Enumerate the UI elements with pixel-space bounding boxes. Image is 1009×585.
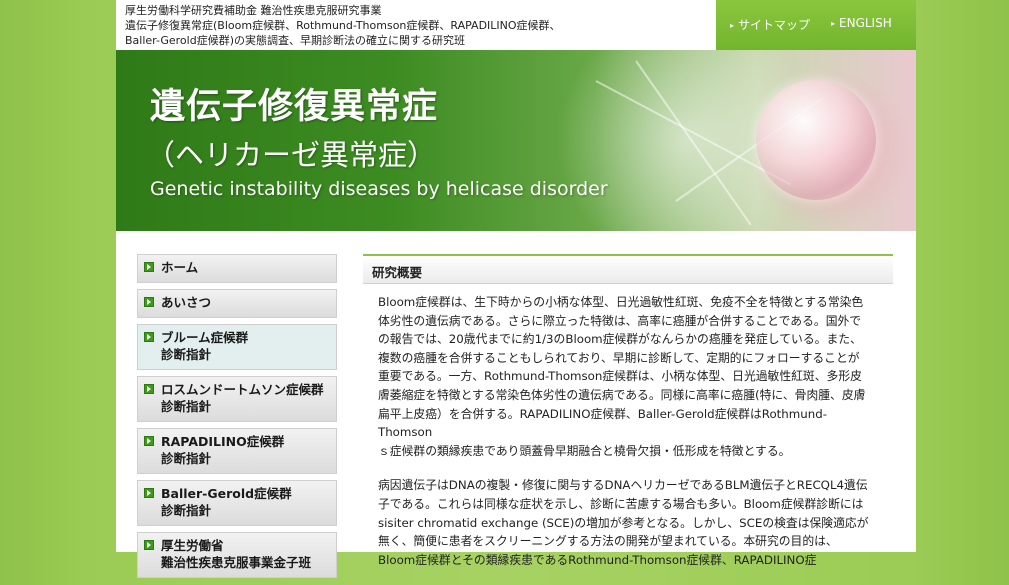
site-subtitle: （ヘリカーゼ異常症）	[146, 138, 437, 172]
bullet-arrow-icon	[144, 297, 154, 307]
sidebar-item-rapadilino[interactable]: RAPADILINO症候群 診断指針	[137, 428, 337, 474]
bullet-arrow-icon	[144, 540, 154, 550]
bullet-arrow-icon	[144, 332, 154, 342]
paragraph-cause: 病因遺伝子はDNAの複製・修復に関与するDNAヘリカーゼであるBLM遺伝子とRE…	[378, 476, 880, 569]
sidebar-item-baller-gerold[interactable]: Baller-Gerold症候群 診断指針	[137, 480, 337, 526]
bullet-arrow-icon	[144, 384, 154, 394]
header-subtitle: 厚生労働科学研究費補助金 難治性疾患克服研究事業 遺伝子修復異常症(Bloom症…	[125, 3, 715, 48]
sidebar-item-sublabel: 診断指針	[161, 399, 212, 414]
text-line: Bloom症候群は、生下時からの小柄な体型、日光過敏性紅斑、免疫不全を特徴とする…	[378, 295, 864, 309]
text-line: ｓ症候群の類縁疾患であり頭蓋骨早期融合と橈骨欠損・低形成を特徴とする。	[378, 443, 791, 458]
text-line: 扁平上皮癌）を合併する。RAPADILINO症候群、Baller-Gerold症…	[378, 406, 827, 440]
subtitle-line: Baller-Gerold症候群)の実態調査、早期診断法の確立に関する研究班	[125, 34, 465, 47]
sidebar-item-home[interactable]: ホーム	[137, 254, 337, 283]
bullet-arrow-icon	[144, 262, 154, 272]
bullet-arrow-icon	[144, 436, 154, 446]
english-label: ENGLISH	[839, 16, 892, 30]
text-line: 複数の癌腫を合併することもしられており、早期に診断して、定期的にフォローすること…	[378, 350, 860, 365]
sitemap-label: サイトマップ	[738, 18, 811, 32]
sidebar-item-label: ロスムンドートムソン症候群	[161, 382, 324, 397]
sidebar-item-label: Baller-Gerold症候群	[161, 486, 292, 501]
sidebar-item-label: ホーム	[161, 260, 199, 275]
sidebar-item-rothmund-thomson[interactable]: ロスムンドートムソン症候群 診断指針	[137, 376, 337, 422]
sidebar-item-sublabel: 診断指針	[161, 347, 212, 362]
site-title-english: Genetic instability diseases by helicase…	[150, 178, 608, 200]
sidebar-item-sublabel: 難治性疾患克服事業金子班	[161, 555, 312, 570]
sidebar-item-sublabel: 診断指針	[161, 503, 212, 518]
sidebar-item-label: 厚生労働省	[161, 538, 224, 553]
sidebar-item-sublabel: 診断指針	[161, 451, 212, 466]
sidebar-item-label: RAPADILINO症候群	[161, 434, 285, 449]
paragraph-overview: Bloom症候群は、生下時からの小柄な体型、日光過敏性紅斑、免疫不全を特徴とする…	[378, 293, 880, 460]
text-line: 子である。これらは同様な症状を示し、診断に苦慮する場合も多い。Bloom症候群診…	[378, 496, 864, 511]
text-line: 体劣性の遺伝病である。さらに際立った特徴は、高率に癌腫が合併することである。国外…	[378, 313, 862, 328]
arrow-right-icon: ▸	[831, 19, 836, 28]
header-nav: ▸ サイトマップ ▸ ENGLISH	[716, 0, 916, 50]
section-heading: 研究概要	[363, 254, 893, 284]
article-body: Bloom症候群は、生下時からの小柄な体型、日光過敏性紅斑、免疫不全を特徴とする…	[378, 293, 880, 585]
text-line: 重要である。一方、Rothmund-Thomson症候群は、小柄な体型、日光過敏…	[378, 369, 862, 384]
text-line: Bloom症候群とその類縁疾患であるRothmund-Thomson症候群、RA…	[378, 552, 817, 567]
water-drop-image	[756, 80, 876, 200]
arrow-right-icon: ▸	[730, 21, 735, 30]
text-line: の報告では、20歳代までに約1/3のBloom症候群がなんらかの癌腫を発症してい…	[378, 332, 862, 347]
subtitle-line: 遺伝子修復異常症(Bloom症候群、Rothmund-Thomson症候群、RA…	[125, 19, 561, 32]
sidebar-item-greeting[interactable]: あいさつ	[137, 289, 337, 318]
text-line: 無く、簡便に患者をスクリーニングする方法の開発が望まれている。本研究の目的は、	[378, 534, 838, 549]
sitemap-link[interactable]: ▸ サイトマップ	[730, 16, 810, 33]
hero-banner: 遺伝子修復異常症 （ヘリカーゼ異常症） Genetic instability …	[116, 50, 916, 231]
site-title: 遺伝子修復異常症	[150, 87, 439, 127]
bullet-arrow-icon	[144, 488, 154, 498]
sidebar-item-mhlw[interactable]: 厚生労働省 難治性疾患克服事業金子班	[137, 532, 337, 578]
text-line: 病因遺伝子はDNAの複製・修復に関与するDNAヘリカーゼであるBLM遺伝子とRE…	[378, 478, 868, 493]
sidebar-item-label: ブルーム症候群	[161, 330, 249, 345]
english-link[interactable]: ▸ ENGLISH	[831, 16, 892, 30]
sidebar-nav: ホーム あいさつ ブルーム症候群 診断指針 ロスムンドートムソン症候群 診断指針…	[137, 254, 337, 584]
text-line: 膚萎縮症を特徴とする常染色体劣性の遺伝病である。同様に高率に癌腫(特に、骨肉腫、…	[378, 387, 866, 402]
sidebar-item-bloom[interactable]: ブルーム症候群 診断指針	[137, 324, 337, 370]
subtitle-line: 厚生労働科学研究費補助金 難治性疾患克服研究事業	[125, 4, 382, 17]
sidebar-item-label: あいさつ	[161, 295, 212, 310]
text-line: sisiter chromatid exchange (SCE)の増加が参考とな…	[378, 515, 869, 530]
